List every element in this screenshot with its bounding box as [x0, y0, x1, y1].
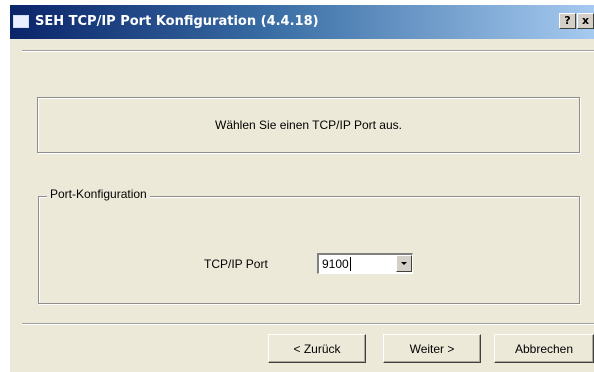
close-button[interactable]: x: [577, 13, 594, 29]
port-combobox[interactable]: 9100: [317, 253, 413, 274]
group-title: Port-Konfiguration: [47, 187, 150, 201]
instruction-text: Wählen Sie einen TCP/IP Port aus.: [215, 118, 402, 132]
port-config-group: [38, 196, 580, 304]
title-bar[interactable]: SEH TCP/IP Port Konfiguration (4.4.18) ?…: [10, 5, 594, 39]
header-divider: [22, 50, 594, 52]
back-button-label: < Zurück: [293, 341, 341, 356]
cancel-button-label: Abbrechen: [514, 341, 574, 356]
message-panel: Wählen Sie einen TCP/IP Port aus.: [37, 97, 580, 153]
port-value[interactable]: 9100: [322, 257, 351, 271]
next-button-label: Weiter >: [409, 341, 455, 356]
window-title: SEH TCP/IP Port Konfiguration (4.4.18): [35, 14, 319, 29]
back-button[interactable]: < Zurück: [268, 334, 366, 363]
app-icon: [13, 15, 29, 28]
footer-divider: [22, 323, 594, 325]
dropdown-arrow-icon[interactable]: [396, 255, 412, 272]
dialog-window: SEH TCP/IP Port Konfiguration (4.4.18) ?…: [10, 5, 594, 372]
cancel-button[interactable]: Abbrechen: [494, 334, 594, 363]
help-button[interactable]: ?: [559, 13, 576, 29]
next-button[interactable]: Weiter >: [383, 334, 481, 363]
port-label: TCP/IP Port: [204, 257, 268, 271]
